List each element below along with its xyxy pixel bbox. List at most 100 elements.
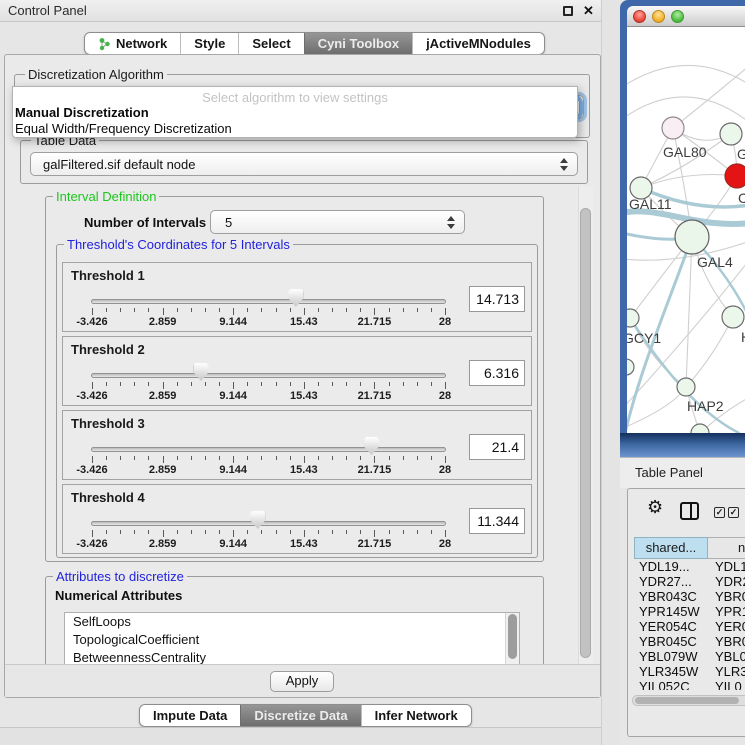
- tab-style[interactable]: Style: [180, 33, 238, 54]
- float-window-icon[interactable]: [563, 6, 573, 16]
- table-row[interactable]: YBR045CYBR0: [634, 634, 745, 649]
- list-scrollbar[interactable]: [505, 613, 519, 664]
- scrollbar-thumb[interactable]: [580, 208, 591, 658]
- tick-mark: [219, 456, 220, 460]
- cell-name[interactable]: YIL0: [708, 679, 745, 690]
- tick-mark: [92, 456, 93, 463]
- tab-jactivemnodules[interactable]: jActiveMNodules: [412, 33, 544, 54]
- cell-shared-name[interactable]: YDL19...: [634, 559, 708, 574]
- tab-discretize-data-label: Discretize Data: [254, 705, 347, 726]
- zoom-traffic-light-icon[interactable]: [671, 10, 684, 23]
- cell-shared-name[interactable]: YDR27...: [634, 574, 708, 589]
- threshold-3-slider[interactable]: [91, 447, 446, 452]
- threshold-2-slider[interactable]: [91, 373, 446, 378]
- cell-name[interactable]: YPR1: [708, 604, 745, 619]
- node-ga[interactable]: [720, 123, 742, 145]
- cell-shared-name[interactable]: YER054C: [634, 619, 708, 634]
- slider-scale-label: 9.144: [219, 538, 247, 550]
- node-bottom[interactable]: [691, 424, 709, 433]
- close-icon[interactable]: ✕: [583, 3, 594, 19]
- threshold-4-value-field[interactable]: 11.344: [469, 508, 525, 534]
- table-data-combobox[interactable]: galFiltered.sif default node: [30, 152, 578, 176]
- table-row[interactable]: YBR043CYBR0: [634, 589, 745, 604]
- slider-thumb[interactable]: [364, 437, 379, 455]
- option-equal-width-frequency[interactable]: Equal Width/Frequency Discretization: [13, 121, 577, 137]
- panel-scrollbar[interactable]: [578, 186, 593, 664]
- number-of-intervals-combobox[interactable]: 5: [210, 210, 465, 234]
- threshold-1-value-field[interactable]: 14.713: [469, 286, 525, 312]
- attribute-item[interactable]: TopologicalCoefficient: [65, 631, 519, 649]
- tab-cyni-toolbox[interactable]: Cyni Toolbox: [304, 33, 412, 54]
- cell-name[interactable]: YBL0: [708, 649, 745, 664]
- tick-mark: [346, 308, 347, 312]
- node-h[interactable]: [722, 306, 744, 328]
- network-window-titlebar[interactable]: [627, 6, 745, 27]
- columns-icon[interactable]: [680, 502, 699, 520]
- table-row[interactable]: YDL19...YDL1: [634, 559, 745, 574]
- cell-name[interactable]: YDL1: [708, 559, 745, 574]
- panel-divider[interactable]: [601, 0, 620, 745]
- cell-shared-name[interactable]: YIL052C: [634, 679, 708, 690]
- cell-shared-name[interactable]: YBR043C: [634, 589, 708, 604]
- table-row[interactable]: YIL052CYIL0: [634, 679, 745, 690]
- node-gal4[interactable]: [675, 220, 709, 254]
- threshold-3-value-field[interactable]: 21.4: [469, 434, 525, 460]
- minimize-traffic-light-icon[interactable]: [652, 10, 665, 23]
- node-label: GA: [737, 146, 745, 162]
- column-header-name[interactable]: n: [708, 537, 745, 559]
- cell-name[interactable]: YLR3: [708, 664, 745, 679]
- slider-scale-label: 15.43: [290, 316, 318, 328]
- node-hap2[interactable]: [677, 378, 695, 396]
- tick-mark: [332, 382, 333, 386]
- gear-icon[interactable]: ⚙: [647, 498, 663, 516]
- tab-discretize-data[interactable]: Discretize Data: [240, 705, 360, 726]
- apply-button[interactable]: Apply: [270, 671, 334, 692]
- tick-mark: [374, 308, 375, 315]
- cell-shared-name[interactable]: YBR045C: [634, 634, 708, 649]
- checkbox-icon[interactable]: ✓: [728, 507, 739, 518]
- slider-thumb[interactable]: [194, 363, 209, 381]
- option-manual-discretization[interactable]: Manual Discretization: [13, 105, 577, 121]
- tick-mark: [431, 530, 432, 534]
- cell-name[interactable]: YBR0: [708, 589, 745, 604]
- table-row[interactable]: YER054CYER0: [634, 619, 745, 634]
- threshold-2-value-field[interactable]: 6.316: [469, 360, 525, 386]
- threshold-4-slider[interactable]: [91, 521, 446, 526]
- cell-shared-name[interactable]: YBL079W: [634, 649, 708, 664]
- tick-mark: [290, 382, 291, 386]
- table-row[interactable]: YLR345WYLR3: [634, 664, 745, 679]
- cell-name[interactable]: YDR2: [708, 574, 745, 589]
- cell-shared-name[interactable]: YPR145W: [634, 604, 708, 619]
- table-row[interactable]: YDR27...YDR2: [634, 574, 745, 589]
- column-header-shared-name[interactable]: shared...: [634, 537, 708, 559]
- node-red-selected[interactable]: [725, 164, 745, 188]
- cell-name[interactable]: YBR0: [708, 634, 745, 649]
- table-row[interactable]: YPR145WYPR1: [634, 604, 745, 619]
- tab-network[interactable]: Network: [85, 33, 180, 54]
- network-canvas[interactable]: GAL80 GA C GAL11 GAL4 GCY1 H HAP2: [627, 27, 745, 433]
- scrollbar-thumb[interactable]: [635, 697, 739, 704]
- table-row[interactable]: YBL079WYBL0: [634, 649, 745, 664]
- table-panel-title: Table Panel: [635, 465, 703, 480]
- threshold-1-slider[interactable]: [91, 299, 446, 304]
- network-view-window: GAL80 GA C GAL11 GAL4 GCY1 H HAP2: [620, 0, 745, 457]
- tick-mark: [431, 456, 432, 460]
- attribute-item[interactable]: SelfLoops: [65, 613, 519, 631]
- tab-select[interactable]: Select: [238, 33, 303, 54]
- cell-shared-name[interactable]: YLR345W: [634, 664, 708, 679]
- node-gal80[interactable]: [662, 117, 684, 139]
- table-horizontal-scrollbar[interactable]: [632, 695, 745, 706]
- slider-thumb[interactable]: [288, 289, 303, 307]
- checkbox-icon[interactable]: ✓: [714, 507, 725, 518]
- tab-impute-data[interactable]: Impute Data: [140, 705, 240, 726]
- cell-name[interactable]: YER0: [708, 619, 745, 634]
- tab-jactivemnodules-label: jActiveMNodules: [426, 33, 531, 54]
- attribute-item[interactable]: BetweennessCentrality: [65, 649, 519, 665]
- scrollbar-thumb[interactable]: [508, 614, 517, 659]
- node-left-edge[interactable]: [627, 359, 634, 375]
- close-traffic-light-icon[interactable]: [633, 10, 646, 23]
- slider-thumb[interactable]: [250, 511, 265, 529]
- tab-infer-network[interactable]: Infer Network: [361, 705, 471, 726]
- node-gcy1[interactable]: [627, 309, 639, 327]
- tick-mark: [290, 456, 291, 460]
